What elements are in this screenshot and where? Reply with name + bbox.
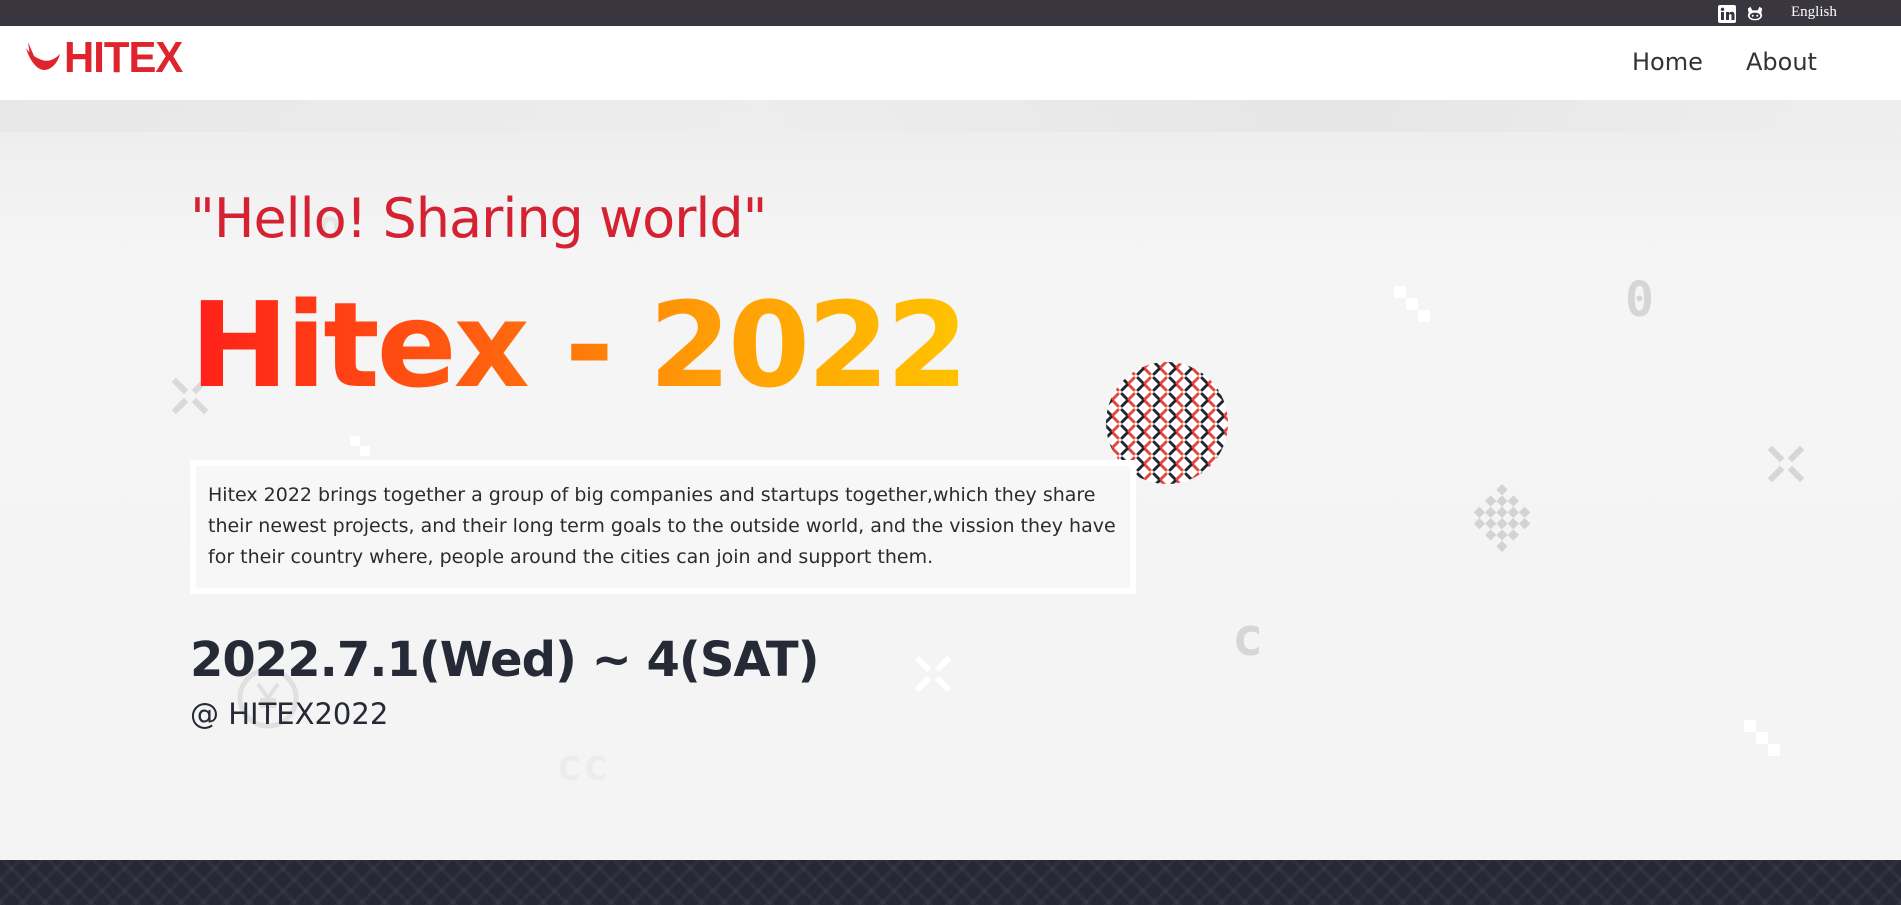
hero-section: 0 c cc o "Hello! Sharing world" Hitex - … (0, 100, 1901, 860)
github-link (1746, 5, 1764, 23)
hero-title: Hitex - 2022 (190, 276, 968, 414)
hero-tagline: "Hello! Sharing world" (190, 187, 768, 250)
cc-glyph-decoration: cc (556, 740, 609, 791)
event-venue: @ HITEX2022 (190, 697, 389, 731)
checker-diamond-decoration (1473, 484, 1531, 552)
top-bar: English (0, 0, 1901, 26)
pixel-steps-decoration-top (1394, 286, 1430, 322)
logo-text: HITEX (64, 33, 183, 82)
zero-glyph-decoration: 0 (1625, 272, 1654, 328)
logo-mark-icon (26, 42, 60, 70)
logo[interactable]: HITEX (24, 36, 189, 80)
pixel-steps-decoration-bottom (1744, 720, 1780, 756)
social-links (1718, 5, 1736, 23)
event-date: 2022.7.1(Wed) ~ 4(SAT) (190, 632, 820, 688)
nav-link-about[interactable]: About (1746, 50, 1817, 74)
linkedin-icon[interactable] (1718, 5, 1736, 23)
footer-strip (0, 860, 1901, 905)
cross-decoration-center (914, 655, 952, 693)
description-text: Hitex 2022 brings together a group of bi… (208, 484, 1116, 568)
language-selector[interactable]: English (1791, 4, 1837, 21)
cross-decoration-right (1767, 445, 1805, 483)
hero-background-strip (0, 100, 1901, 132)
navbar: HITEX Home About (0, 26, 1901, 100)
github-icon[interactable] (1746, 5, 1764, 23)
c-glyph-decoration: c (1232, 608, 1264, 668)
nav-link-home[interactable]: Home (1632, 50, 1703, 74)
description-box: Hitex 2022 brings together a group of bi… (190, 460, 1136, 594)
